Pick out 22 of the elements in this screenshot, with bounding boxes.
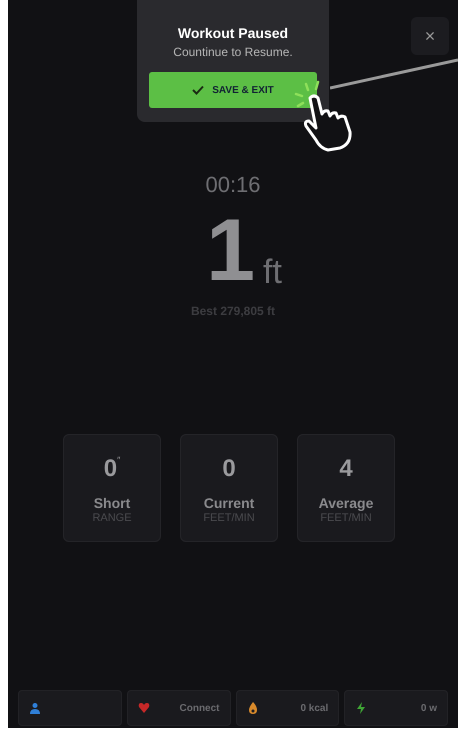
stat-label: Average [318, 495, 374, 511]
stat-value: 4 [339, 455, 353, 483]
bottom-bar-tile[interactable]: 0 kcal [236, 690, 340, 726]
bottom-bar-tile[interactable] [18, 690, 122, 726]
tile-text: 0 kcal [300, 702, 328, 716]
timer: 00:16 [205, 172, 261, 198]
stat-value: 0 [222, 455, 236, 483]
bottom-bar-tile[interactable]: Connect [126, 690, 230, 726]
close-button[interactable]: × [411, 17, 449, 55]
stat-value: 0 [104, 455, 118, 483]
stat-label: Short [94, 495, 130, 511]
save-exit-button[interactable]: SAVE & EXIT [149, 72, 317, 108]
distance-value: 1 [206, 210, 256, 290]
tile-text: Connect [180, 702, 220, 716]
stat-label: Current [204, 495, 254, 511]
bottom-bar-tile[interactable]: 0 w [344, 690, 448, 726]
popup-title: Workout Paused [178, 24, 288, 42]
check-icon [192, 85, 204, 95]
distance-unit: ft [263, 254, 282, 290]
popup-subtitle: Countinue to Resume. [173, 44, 293, 60]
inch-mark: ″ [117, 455, 120, 465]
tile-text: 0 w [420, 702, 437, 716]
